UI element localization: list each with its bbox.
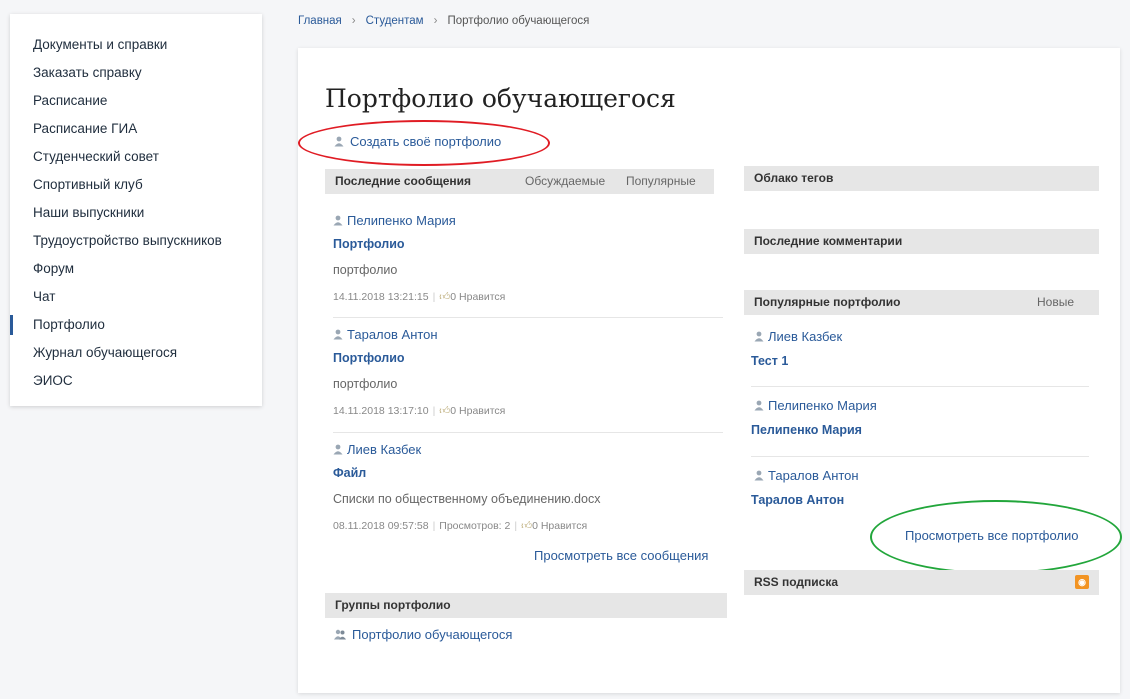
thumbs-up-icon[interactable]: 👍︎ [521, 520, 532, 532]
page-title: Портфолио обучающегося [325, 84, 676, 113]
portfolio-groups-header: Группы портфолио [325, 593, 727, 618]
sidebar-item-sports-club[interactable]: Спортивный клуб [10, 171, 262, 199]
tab-recent-messages[interactable]: Последние сообщения [335, 174, 471, 188]
post-title-link[interactable]: Портфолио [333, 237, 405, 251]
post-title-link[interactable]: Файл [333, 466, 366, 480]
create-portfolio-label: Создать своё портфолио [350, 134, 502, 149]
like-count[interactable]: 0 Нравится [450, 291, 505, 303]
post-title-link[interactable]: Портфолио [333, 351, 405, 365]
tag-cloud-header: Облако тегов [744, 166, 1099, 191]
sidebar-item-gia-schedule[interactable]: Расписание ГИА [10, 115, 262, 143]
popular-portfolios-header: Популярные портфолио Новые [744, 290, 1099, 315]
post-date: 14.11.2018 13:17:10 [333, 405, 429, 417]
view-all-messages-link[interactable]: Просмотреть все сообщения [534, 548, 708, 563]
portfolio-title-link[interactable]: Пелипенко Мария [751, 423, 862, 437]
post-date: 14.11.2018 13:21:15 [333, 291, 429, 303]
portfolio-title-link[interactable]: Тест 1 [751, 354, 788, 368]
tab-new-portfolios[interactable]: Новые [1037, 290, 1074, 315]
like-count[interactable]: 0 Нравится [532, 520, 587, 532]
tab-popular[interactable]: Популярные [626, 169, 696, 194]
sidebar-item-graduates[interactable]: Наши выпускники [10, 199, 262, 227]
recent-messages-header: Последние сообщения Обсуждаемые Популярн… [325, 169, 714, 194]
post-author-name: Таралов Антон [347, 327, 438, 342]
create-portfolio-link[interactable]: Создать своё портфолио [334, 134, 501, 149]
group-name: Портфолио обучающегося [352, 627, 513, 642]
post-date: 08.11.2018 09:57:58 [333, 520, 429, 532]
portfolio-author-name: Лиев Казбек [768, 329, 843, 344]
sidebar-item-chat[interactable]: Чат [10, 283, 262, 311]
like-count[interactable]: 0 Нравится [450, 405, 505, 417]
user-icon [333, 329, 343, 340]
rss-icon[interactable]: ◉ [1075, 575, 1089, 589]
group-icon [334, 629, 346, 640]
post-author-name: Пелипенко Мария [347, 213, 456, 228]
group-link[interactable]: Портфолио обучающегося [334, 627, 512, 642]
tag-cloud-title: Облако тегов [754, 171, 834, 185]
sidebar-item-employment[interactable]: Трудоустройство выпускников [10, 227, 262, 255]
breadcrumb-students[interactable]: Студентам [366, 15, 424, 27]
sidebar-item-forum[interactable]: Форум [10, 255, 262, 283]
recent-comments-title: Последние комментарии [754, 234, 903, 248]
view-all-portfolios-link[interactable]: Просмотреть все портфолио [905, 528, 1079, 543]
post-description: портфолио [333, 263, 398, 277]
portfolio-author-link[interactable]: Пелипенко Мария [754, 398, 877, 413]
thumbs-up-icon[interactable]: 👍︎ [439, 405, 450, 417]
post-meta: 08.11.2018 09:57:58 | Просмотров: 2 | 👍︎0 Нр… [333, 520, 588, 532]
portfolio-author-link[interactable]: Таралов Антон [754, 468, 859, 483]
sidebar-nav: Документы и справки Заказать справку Рас… [10, 14, 262, 406]
tab-popular-portfolios[interactable]: Популярные портфолио [754, 295, 901, 309]
breadcrumb-separator: › [351, 15, 356, 27]
sidebar-item-schedule[interactable]: Расписание [10, 87, 262, 115]
rss-header: RSS подписка ◉ [744, 570, 1099, 595]
breadcrumb-separator: › [433, 15, 438, 27]
portfolio-author-name: Пелипенко Мария [768, 398, 877, 413]
portfolio-divider [751, 456, 1089, 457]
post-divider [333, 432, 723, 433]
portfolio-groups-title: Группы портфолио [335, 598, 451, 612]
user-icon [754, 331, 764, 342]
sidebar-item-student-journal[interactable]: Журнал обучающегося [10, 339, 262, 367]
tab-discussed[interactable]: Обсуждаемые [525, 169, 605, 194]
main-content-card: Портфолио обучающегося Создать своё порт… [298, 48, 1122, 693]
portfolio-title-link[interactable]: Таралов Антон [751, 493, 844, 507]
post-author-link[interactable]: Таралов Антон [333, 327, 438, 342]
sidebar-item-student-council[interactable]: Студенческий совет [10, 143, 262, 171]
breadcrumb-current: Портфолио обучающегося [447, 15, 590, 27]
post-description: портфолио [333, 377, 398, 391]
sidebar-item-eios[interactable]: ЭИОС [10, 367, 262, 395]
recent-comments-header: Последние комментарии [744, 229, 1099, 254]
post-description: Списки по общественному объединению.docx [333, 492, 601, 506]
breadcrumb-home[interactable]: Главная [298, 15, 342, 27]
breadcrumb: Главная › Студентам › Портфолио обучающегося [298, 15, 589, 27]
post-author-link[interactable]: Лиев Казбек [333, 442, 421, 457]
user-icon [333, 444, 343, 455]
rss-title: RSS подписка [754, 575, 839, 589]
post-meta: 14.11.2018 13:17:10 | 👍︎0 Нравится [333, 405, 506, 417]
portfolio-author-link[interactable]: Лиев Казбек [754, 329, 842, 344]
portfolio-author-name: Таралов Антон [768, 468, 859, 483]
sidebar-item-portfolio[interactable]: Портфолио [10, 311, 262, 339]
user-icon [334, 136, 344, 147]
post-author-link[interactable]: Пелипенко Мария [333, 213, 456, 228]
user-icon [333, 215, 343, 226]
post-author-name: Лиев Казбек [347, 442, 422, 457]
sidebar-item-documents[interactable]: Документы и справки [10, 31, 262, 59]
user-icon [754, 400, 764, 411]
thumbs-up-icon[interactable]: 👍︎ [439, 291, 450, 303]
sidebar-item-order-certificate[interactable]: Заказать справку [10, 59, 262, 87]
portfolio-divider [751, 386, 1089, 387]
post-divider [333, 317, 723, 318]
view-count: Просмотров: 2 [439, 520, 511, 532]
post-meta: 14.11.2018 13:21:15 | 👍︎0 Нравится [333, 291, 506, 303]
user-icon [754, 470, 764, 481]
